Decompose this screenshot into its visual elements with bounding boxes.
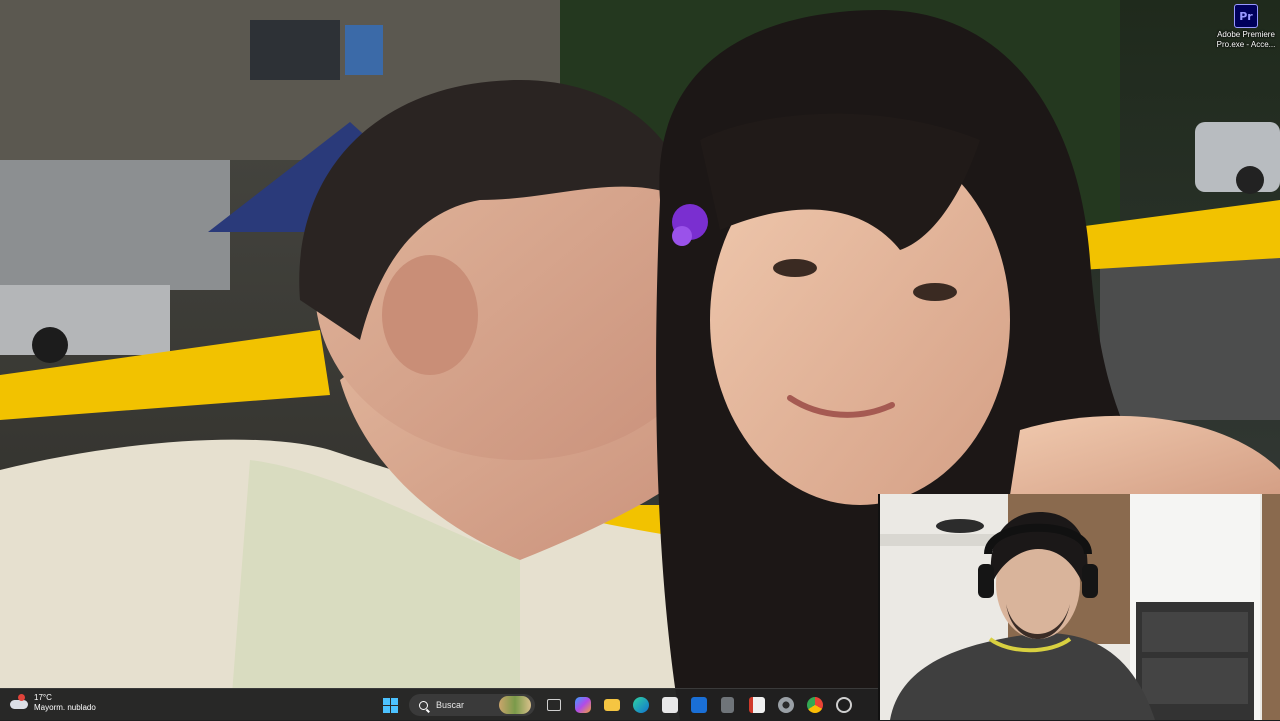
gear-icon: [777, 697, 794, 713]
calculator-icon: [721, 697, 734, 713]
copilot-icon: [574, 697, 591, 713]
webcam-overlay: [878, 494, 1280, 720]
obs-icon: [835, 697, 852, 713]
shortcut-label: Adobe Premiere Pro.exe - Acce...: [1216, 30, 1276, 49]
editor-icon: [748, 697, 765, 713]
weather-condition: Mayorm. nublado: [34, 703, 96, 712]
task-view-icon: [546, 699, 561, 711]
weather-temperature: 17°C: [34, 693, 52, 702]
weather-widget[interactable]: 17°C Mayorm. nublado: [10, 693, 96, 713]
search-placeholder: Buscar: [436, 700, 465, 710]
chrome-button[interactable]: [804, 695, 825, 716]
mail-icon: [690, 697, 707, 713]
store-icon: [661, 697, 678, 713]
search-highlight-icon: [499, 696, 531, 714]
calculator-button[interactable]: [717, 695, 738, 716]
obs-button[interactable]: [833, 695, 854, 716]
start-button[interactable]: [380, 695, 401, 716]
taskbar-apps: Buscar: [380, 693, 854, 717]
copilot-button[interactable]: [572, 695, 593, 716]
task-view-button[interactable]: [543, 695, 564, 716]
edge-icon: [632, 697, 649, 713]
webcam-feed: [880, 494, 1280, 720]
edge-button[interactable]: [630, 695, 651, 716]
search-icon: [419, 700, 428, 710]
premiere-shortcut[interactable]: Pr Adobe Premiere Pro.exe - Acce...: [1214, 4, 1278, 50]
file-explorer-button[interactable]: [601, 695, 622, 716]
chrome-icon: [806, 697, 823, 713]
settings-button[interactable]: [775, 695, 796, 716]
premiere-pro-icon: Pr: [1234, 4, 1258, 28]
store-button[interactable]: [659, 695, 680, 716]
editor-button[interactable]: [746, 695, 767, 716]
outlook-button[interactable]: [688, 695, 709, 716]
search-input[interactable]: Buscar: [409, 694, 535, 716]
taskbar: 17°C Mayorm. nublado Buscar: [0, 688, 878, 721]
windows-icon: [383, 697, 398, 713]
folder-icon: [603, 699, 620, 711]
cloud-icon: [10, 694, 28, 710]
